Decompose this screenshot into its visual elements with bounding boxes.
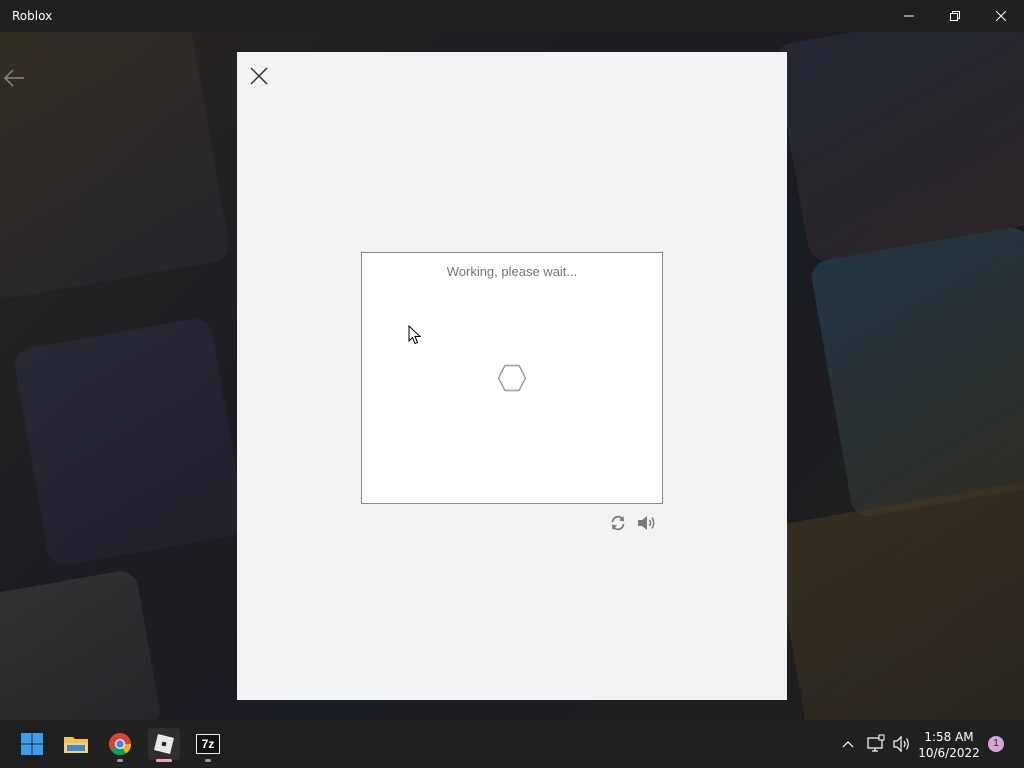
- system-tray: [838, 720, 912, 768]
- background-tile: [809, 224, 1024, 520]
- volume-icon: [893, 735, 909, 753]
- audio-button[interactable]: [637, 514, 655, 532]
- restore-icon: [950, 11, 960, 21]
- 7zip-button[interactable]: 7z: [192, 728, 224, 762]
- arrow-left-icon: [3, 69, 24, 87]
- windows-logo-icon: [21, 733, 43, 755]
- 7zip-icon: 7z: [196, 734, 220, 754]
- speaker-icon: [638, 516, 655, 530]
- file-explorer-button[interactable]: [60, 728, 92, 760]
- notification-badge[interactable]: 1: [988, 736, 1004, 752]
- background-tile: [771, 481, 1024, 720]
- window-title: Roblox: [12, 9, 53, 23]
- restore-button[interactable]: [932, 0, 978, 32]
- network-button[interactable]: [866, 734, 886, 754]
- background-tile: [0, 568, 163, 720]
- chevron-up-icon: [842, 741, 854, 748]
- 7zip-label: 7z: [201, 737, 215, 751]
- close-icon: [996, 11, 1006, 21]
- folder-icon: [64, 737, 88, 753]
- window-titlebar: Roblox: [0, 0, 1024, 32]
- close-icon: [250, 67, 268, 85]
- captcha-toolbar: [609, 514, 655, 534]
- refresh-icon: [611, 515, 625, 531]
- active-indicator: [156, 759, 172, 762]
- mouse-pointer-icon: [408, 324, 422, 345]
- volume-button[interactable]: [892, 734, 912, 754]
- hexagon-spinner-icon: [497, 364, 527, 392]
- captcha-frame[interactable]: Working, please wait...: [361, 252, 663, 504]
- background-tile: [772, 32, 1024, 263]
- captcha-modal: Working, please wait...: [237, 52, 787, 700]
- clock-time: 1:58 AM: [924, 730, 974, 744]
- clock-date: 10/6/2022: [918, 746, 980, 760]
- back-button[interactable]: [2, 68, 26, 88]
- running-indicator: [205, 759, 211, 762]
- modal-close-button[interactable]: [249, 66, 269, 86]
- roblox-icon: [154, 734, 174, 754]
- chrome-icon: [109, 733, 132, 756]
- running-indicator: [117, 759, 123, 762]
- start-button[interactable]: [16, 728, 48, 760]
- background-tile: [12, 316, 248, 568]
- minimize-button[interactable]: [886, 0, 932, 32]
- taskbar-clock[interactable]: 1:58 AM 10/6/2022: [914, 729, 984, 761]
- refresh-button[interactable]: [609, 514, 627, 532]
- captcha-status-text: Working, please wait...: [446, 264, 578, 279]
- minimize-icon: [904, 15, 914, 17]
- roblox-button[interactable]: [148, 728, 180, 762]
- close-window-button[interactable]: [978, 0, 1024, 32]
- background-tile: [0, 32, 232, 301]
- network-icon: [867, 734, 885, 752]
- show-hidden-icons-button[interactable]: [838, 734, 858, 754]
- taskbar: 7z 1:58 AM 10/6/2022 1: [0, 720, 1024, 768]
- chrome-button[interactable]: [104, 728, 136, 762]
